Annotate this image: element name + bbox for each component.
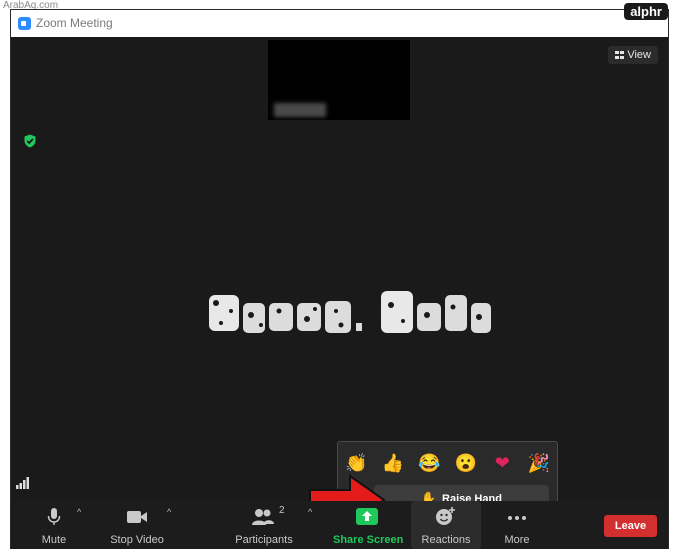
shield-icon[interactable] — [23, 134, 37, 148]
share-screen-icon — [356, 508, 378, 525]
thumbnail-name-blurred — [274, 103, 326, 117]
brand-logo: alphr — [624, 3, 668, 20]
video-camera-icon — [127, 511, 147, 523]
caret-icon[interactable]: ^ — [308, 507, 312, 517]
view-label: View — [627, 49, 651, 61]
caret-icon[interactable]: ^ — [77, 507, 81, 517]
window-title: Zoom Meeting — [36, 16, 113, 30]
share-screen-label: Share Screen — [333, 534, 404, 546]
mute-button[interactable]: Mute — [33, 501, 75, 549]
meeting-toolbar: Mute ^ Stop Video ^ 2 Participants ^ Sha… — [11, 501, 668, 549]
clap-emoji[interactable]: 👏 — [344, 453, 368, 474]
more-icon — [508, 516, 526, 520]
tada-emoji[interactable]: 🎉 — [527, 453, 551, 474]
participants-button[interactable]: 2 Participants — [233, 501, 295, 549]
more-label: More — [504, 534, 530, 546]
mute-label: Mute — [41, 534, 67, 546]
grid-icon — [615, 51, 625, 59]
participants-icon — [252, 509, 274, 525]
surprised-emoji[interactable]: 😮 — [454, 453, 478, 474]
reactions-button[interactable]: Reactions — [411, 501, 481, 549]
zoom-window: Zoom Meeting View 👏 👍 😂 😮 ❤ 🎉 ✋ Raise Ha… — [10, 9, 669, 549]
stop-video-label: Stop Video — [110, 534, 164, 546]
reactions-label: Reactions — [421, 534, 471, 546]
view-button[interactable]: View — [608, 46, 658, 64]
emoji-row: 👏 👍 😂 😮 ❤ 🎉 — [338, 450, 557, 476]
participant-thumbnail[interactable] — [268, 40, 410, 120]
speaker-name-obscured — [209, 291, 491, 333]
signal-icon — [16, 477, 29, 489]
heart-emoji[interactable]: ❤ — [490, 453, 514, 474]
participants-count: 2 — [279, 505, 285, 516]
share-screen-button[interactable]: Share Screen — [333, 501, 404, 549]
meeting-stage: View 👏 👍 😂 😮 ❤ 🎉 ✋ Raise Hand — [11, 37, 668, 526]
title-bar: Zoom Meeting — [11, 10, 668, 38]
leave-button[interactable]: Leave — [604, 515, 657, 537]
participants-label: Participants — [235, 534, 293, 546]
zoom-app-icon — [18, 17, 31, 30]
caret-icon[interactable]: ^ — [167, 507, 171, 517]
thumbs-up-emoji[interactable]: 👍 — [381, 453, 405, 474]
more-button[interactable]: More — [497, 501, 537, 549]
tears-of-joy-emoji[interactable]: 😂 — [417, 453, 441, 474]
reactions-icon — [436, 507, 455, 525]
microphone-icon — [47, 508, 61, 525]
stop-video-button[interactable]: Stop Video — [106, 501, 168, 549]
